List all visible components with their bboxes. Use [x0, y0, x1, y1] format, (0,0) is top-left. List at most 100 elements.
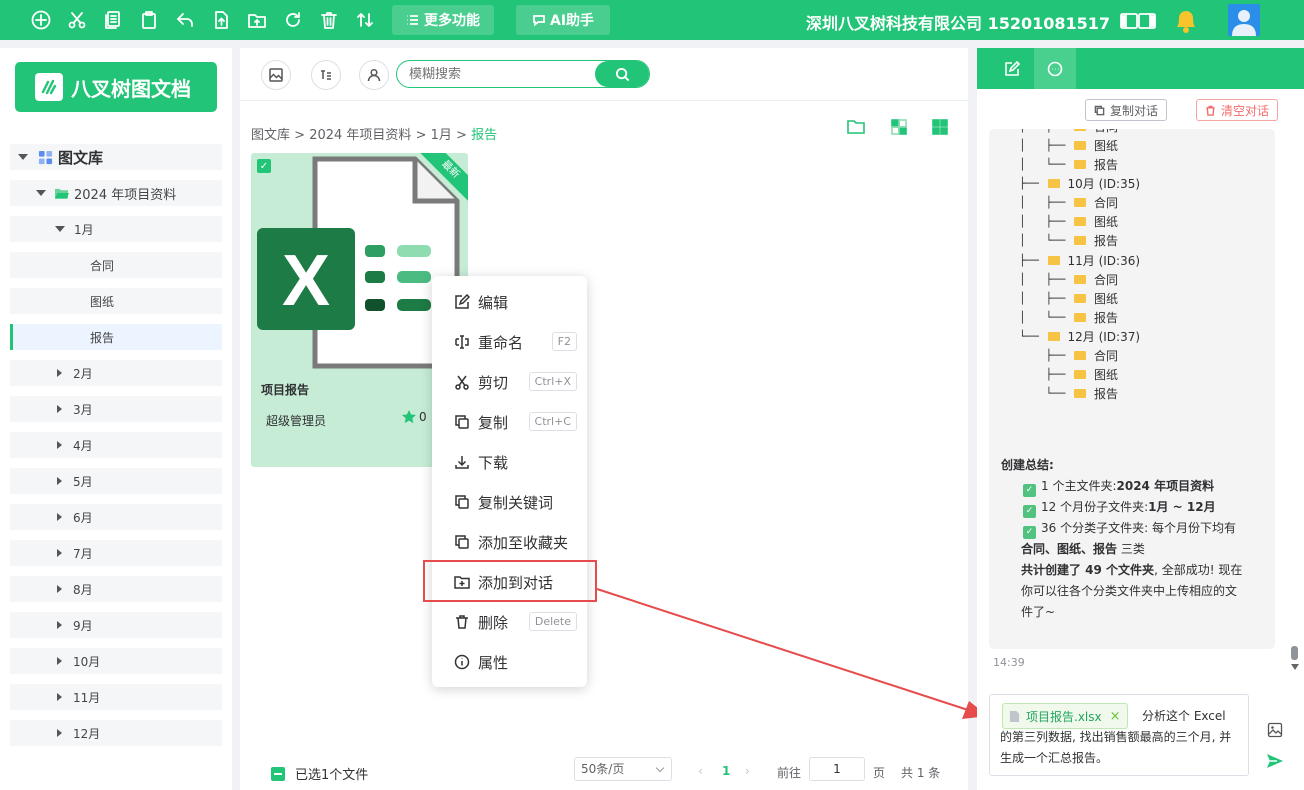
scissors-icon[interactable]: [66, 9, 88, 31]
copy-chat-label: 复制对话: [1110, 103, 1159, 118]
avatar[interactable]: [1228, 4, 1260, 36]
upload-file-icon[interactable]: [210, 9, 232, 31]
tab-edit[interactable]: [991, 48, 1033, 89]
menu-item-delete[interactable]: 删除 Delete: [432, 604, 587, 640]
sort-icon[interactable]: [354, 9, 376, 31]
chat-input-text: 分析这个 Excel 的第三列数据, 找出销售额最高的三个月, 并生成一个汇总报…: [1000, 709, 1232, 765]
folder-icon: [1073, 313, 1086, 322]
tree-line: │ ├── 合同: [1019, 129, 1118, 136]
tree-item-drawing[interactable]: 图纸: [10, 288, 222, 314]
grid-view-icon[interactable]: [931, 118, 951, 138]
copy-chat-button[interactable]: 复制对话: [1085, 99, 1168, 121]
tree-item-month-1[interactable]: 1月: [10, 216, 222, 242]
tree-label: 图纸: [1093, 139, 1118, 153]
summary-line: ✓ 1 个主文件夹:2024 年项目资料: [1023, 477, 1214, 497]
tree-item-month-7[interactable]: 7月: [10, 540, 222, 566]
tree-item-month-8[interactable]: 8月: [10, 576, 222, 602]
breadcrumb-item[interactable]: 2024 年项目资料: [309, 128, 411, 143]
tree-label: 图纸: [1093, 368, 1118, 382]
menu-item-label: 删除: [478, 613, 509, 632]
upload-folder-icon[interactable]: [246, 9, 268, 31]
tree-item-month-10[interactable]: 10月: [10, 648, 222, 674]
divider: [240, 100, 968, 101]
shortcut-badge: F2: [551, 332, 577, 351]
breadcrumb-item[interactable]: 图文库: [251, 128, 290, 143]
current-page[interactable]: 1: [722, 764, 730, 778]
ai-assistant-button[interactable]: AI助手: [516, 5, 611, 35]
menu-item-download[interactable]: 下载: [432, 444, 587, 480]
tree-root-library[interactable]: 图文库: [10, 144, 222, 170]
select-all-checkbox[interactable]: [271, 766, 285, 781]
breadcrumb-separator: >: [294, 128, 306, 143]
search-button[interactable]: [595, 61, 649, 87]
tree-item-report[interactable]: 报告: [10, 324, 222, 350]
image-search-button[interactable]: [261, 60, 291, 90]
tree-item-month-6[interactable]: 6月: [10, 504, 222, 530]
chat-input[interactable]: 项目报告.xlsx × 分析这个 Excel 的第三列数据, 找出销售额最高的三…: [989, 694, 1249, 776]
chat-tabs: [977, 48, 1304, 89]
summary-text: 12 个月份子文件夹:: [1041, 500, 1149, 514]
menu-item-label: 重命名: [478, 333, 524, 352]
menu-item-copy[interactable]: 复制 Ctrl+C: [432, 404, 587, 440]
menu-item-properties[interactable]: 属性: [432, 644, 587, 680]
send-icon[interactable]: [1265, 751, 1285, 775]
text-search-button[interactable]: [311, 60, 341, 90]
next-page-icon[interactable]: ›: [745, 764, 750, 778]
menu-item-label: 添加至收藏夹: [478, 533, 569, 552]
tree-item-month-3[interactable]: 3月: [10, 396, 222, 422]
trash-icon[interactable]: [318, 9, 340, 31]
folder-view-icon[interactable]: [847, 118, 867, 138]
clear-chat-button[interactable]: 清空对话: [1196, 99, 1279, 121]
tree-item-label: 11月: [73, 690, 101, 705]
tab-chat[interactable]: [1034, 48, 1076, 89]
app-logo[interactable]: 八叉树图文档: [15, 62, 217, 112]
card-title: 项目报告: [261, 383, 310, 397]
tree-item-month-12[interactable]: 12月: [10, 720, 222, 746]
tree-item-contract[interactable]: 合同: [10, 252, 222, 278]
folder-icon: [1073, 275, 1086, 284]
notification-bell-icon[interactable]: [1172, 5, 1200, 35]
menu-item-cut[interactable]: 剪切 Ctrl+X: [432, 364, 587, 400]
more-features-button[interactable]: 更多功能: [392, 5, 494, 35]
tree-item-label: 12月: [73, 726, 101, 741]
tree-label: 图纸: [1093, 292, 1118, 306]
caret-down-icon: [36, 190, 46, 196]
tree-item-month-4[interactable]: 4月: [10, 432, 222, 458]
card-stars[interactable]: 0: [401, 409, 427, 425]
tree-label: 图纸: [1093, 215, 1118, 229]
tree-item-month-11[interactable]: 11月: [10, 684, 222, 710]
breadcrumb-item[interactable]: 1月: [431, 128, 452, 143]
logo-icon: [35, 73, 63, 101]
tree-item-month-2[interactable]: 2月: [10, 360, 222, 386]
undo-icon[interactable]: [174, 9, 196, 31]
copy-icon[interactable]: [102, 9, 124, 31]
user-filter-button[interactable]: [359, 60, 389, 90]
chat-scrollbar[interactable]: [1291, 646, 1298, 660]
menu-item-rename[interactable]: 重命名 F2: [432, 324, 587, 360]
refresh-icon[interactable]: [282, 9, 304, 31]
menu-item-label: 属性: [478, 653, 509, 672]
tree-line: ├── 11月 (ID:36): [1019, 254, 1141, 268]
prev-page-icon[interactable]: ‹: [698, 764, 703, 778]
page-size-select[interactable]: 50条/页: [574, 757, 672, 781]
menu-item-edit[interactable]: 编辑: [432, 284, 587, 320]
summary-line: 共计创建了 49 个文件夹, 全部成功! 现在: [1021, 561, 1242, 578]
tile-view-icon[interactable]: [890, 118, 910, 138]
scroll-down-icon[interactable]: [1291, 664, 1299, 670]
tree-item-project[interactable]: 2024 年项目资料: [10, 180, 222, 206]
folder-icon: [1073, 236, 1086, 245]
add-icon[interactable]: [30, 9, 52, 31]
edit-icon: [1005, 60, 1020, 76]
tree-item-label: 10月: [73, 654, 101, 669]
menu-item-copy-keywords[interactable]: 复制关键词: [432, 484, 587, 520]
tree-item-month-5[interactable]: 5月: [10, 468, 222, 494]
menu-item-add-favorites[interactable]: 添加至收藏夹: [432, 524, 587, 560]
paste-icon[interactable]: [138, 9, 160, 31]
tree-label: 合同: [1094, 129, 1118, 135]
tree-line: ├── 合同: [1019, 349, 1118, 363]
right-panel-toggle-icon[interactable]: [1136, 10, 1158, 32]
image-upload-icon[interactable]: [1267, 722, 1283, 742]
search-input[interactable]: [409, 66, 595, 82]
tree-item-month-9[interactable]: 9月: [10, 612, 222, 638]
goto-page-input[interactable]: 1: [809, 757, 865, 781]
